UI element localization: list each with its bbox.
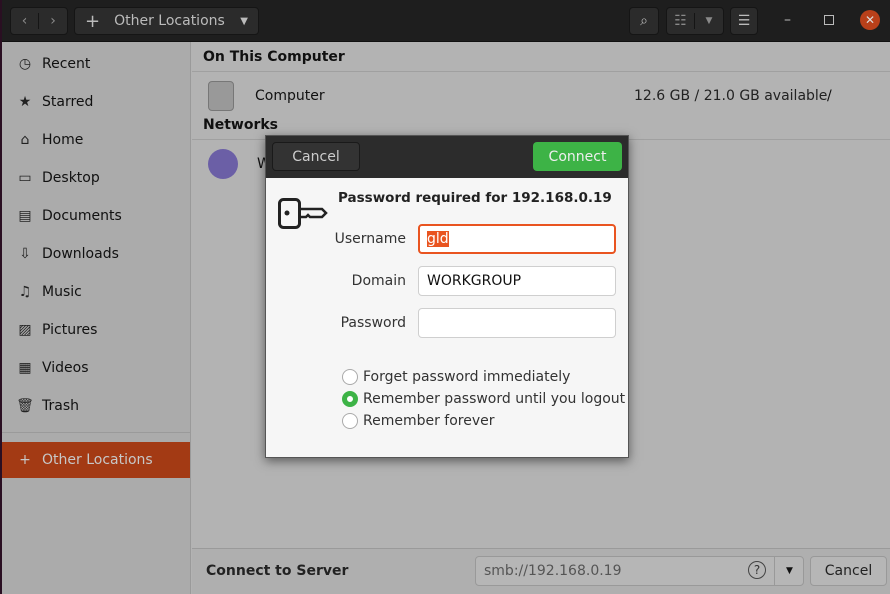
music-icon: ♫ bbox=[18, 284, 32, 300]
dialog-title: Password required for 192.168.0.19 bbox=[338, 190, 612, 206]
server-address-input[interactable]: smb://192.168.0.19 ? ▼ bbox=[475, 556, 804, 586]
history-dropdown[interactable]: ▼ bbox=[774, 557, 804, 585]
password-input[interactable] bbox=[418, 308, 616, 338]
list-view-icon[interactable]: ☷ bbox=[667, 13, 696, 29]
sidebar-item-pictures[interactable]: ▨ Pictures bbox=[2, 311, 190, 349]
chevron-down-icon[interactable]: ▼ bbox=[695, 16, 723, 26]
cancel-button[interactable]: Cancel bbox=[810, 556, 887, 586]
computer-name: Computer bbox=[255, 88, 325, 104]
sidebar-item-label: Music bbox=[42, 284, 82, 300]
view-toggle[interactable]: ☷ ▼ bbox=[666, 7, 724, 35]
radio-button[interactable] bbox=[342, 369, 358, 385]
search-button[interactable]: ⌕ bbox=[629, 7, 659, 35]
sidebar-item-recent[interactable]: ◷ Recent bbox=[2, 45, 190, 83]
sidebar-item-label: Other Locations bbox=[42, 452, 153, 468]
close-button[interactable]: ✕ bbox=[860, 10, 880, 30]
hamburger-icon: ☰ bbox=[737, 13, 751, 29]
sidebar: ◷ Recent ★ Starred ⌂ Home ▭ Desktop ▤ Documents ⇩ D… bbox=[2, 42, 191, 594]
document-icon: ▤ bbox=[18, 208, 32, 224]
sidebar-item-label: Pictures bbox=[42, 322, 98, 338]
computer-row[interactable]: Computer 12.6 GB / 21.0 GB available / bbox=[192, 72, 890, 120]
plus-icon: + bbox=[19, 452, 31, 468]
dialog-cancel-button[interactable]: Cancel bbox=[272, 142, 360, 171]
option-label: Remember password until you logout bbox=[363, 391, 626, 407]
picture-icon: ▨ bbox=[18, 322, 32, 338]
radio-button[interactable] bbox=[342, 391, 358, 407]
chevron-down-icon: ▼ bbox=[240, 15, 248, 27]
connect-to-server-bar: Connect to Server smb://192.168.0.19 ? ▼… bbox=[192, 548, 890, 594]
domain-label: Domain bbox=[351, 273, 406, 289]
sidebar-item-label: Home bbox=[42, 132, 84, 148]
home-icon: ⌂ bbox=[20, 132, 30, 148]
trash-icon: 🗑 bbox=[16, 398, 34, 414]
maximize-button[interactable] bbox=[824, 15, 834, 25]
sidebar-item-label: Downloads bbox=[42, 246, 119, 262]
password-dialog: Cancel Connect Password required for 192… bbox=[265, 135, 629, 458]
sidebar-item-other-locations[interactable]: + Other Locations bbox=[2, 442, 190, 478]
dialog-header: Cancel Connect bbox=[266, 136, 628, 178]
option-label: Forget password immediately bbox=[363, 369, 571, 385]
radio-button[interactable] bbox=[342, 413, 358, 429]
remember-option[interactable]: Forget password immediately bbox=[342, 369, 570, 385]
desktop-icon: ▭ bbox=[18, 170, 32, 186]
network-globe-icon bbox=[208, 149, 238, 179]
drive-icon bbox=[208, 81, 234, 111]
sidebar-item-desktop[interactable]: ▭ Desktop bbox=[2, 159, 190, 197]
disk-space: 12.6 GB / 21.0 GB available bbox=[634, 88, 828, 104]
username-input[interactable]: gld bbox=[418, 224, 616, 254]
video-icon: ▦ bbox=[18, 360, 32, 376]
domain-input[interactable]: WORKGROUP bbox=[418, 266, 616, 296]
sidebar-item-label: Trash bbox=[42, 398, 79, 414]
mount-point: / bbox=[827, 88, 832, 104]
connect-button[interactable]: Connect bbox=[533, 142, 622, 171]
search-icon: ⌕ bbox=[640, 13, 648, 29]
sidebar-item-videos[interactable]: ▦ Videos bbox=[2, 349, 190, 387]
connect-label: Connect to Server bbox=[206, 563, 349, 579]
username-label: Username bbox=[334, 231, 406, 247]
username-value: gld bbox=[427, 231, 449, 247]
download-icon: ⇩ bbox=[19, 246, 31, 262]
plus-icon: + bbox=[85, 10, 101, 32]
server-address-value: smb://192.168.0.19 bbox=[484, 563, 622, 579]
header-bar: ‹ › + Other Locations ▼ ⌕ ☷ ▼ ☰ – ✕ bbox=[2, 0, 890, 42]
clock-icon: ◷ bbox=[18, 56, 32, 72]
sidebar-item-starred[interactable]: ★ Starred bbox=[2, 83, 190, 121]
nav-buttons: ‹ › bbox=[10, 7, 68, 35]
sidebar-item-label: Recent bbox=[42, 56, 91, 72]
minimize-button[interactable]: – bbox=[784, 12, 791, 28]
sidebar-item-label: Documents bbox=[42, 208, 122, 224]
sidebar-item-label: Videos bbox=[42, 360, 89, 376]
location-button[interactable]: + Other Locations ▼ bbox=[74, 7, 259, 35]
remember-option[interactable]: Remember forever bbox=[342, 413, 495, 429]
sidebar-item-downloads[interactable]: ⇩ Downloads bbox=[2, 235, 190, 273]
password-label: Password bbox=[340, 315, 406, 331]
remember-option[interactable]: Remember password until you logout bbox=[342, 391, 625, 407]
key-icon bbox=[278, 198, 328, 229]
back-button[interactable]: ‹ bbox=[11, 13, 40, 29]
sidebar-item-label: Starred bbox=[42, 94, 94, 110]
menu-button[interactable]: ☰ bbox=[730, 7, 758, 35]
location-label: Other Locations bbox=[114, 13, 225, 29]
sidebar-item-home[interactable]: ⌂ Home bbox=[2, 121, 190, 159]
sidebar-item-trash[interactable]: 🗑 Trash bbox=[2, 387, 190, 425]
section-heading: On This Computer bbox=[192, 42, 890, 72]
help-icon[interactable]: ? bbox=[748, 561, 766, 579]
sidebar-item-music[interactable]: ♫ Music bbox=[2, 273, 190, 311]
sidebar-item-label: Desktop bbox=[42, 170, 100, 186]
sidebar-item-documents[interactable]: ▤ Documents bbox=[2, 197, 190, 235]
star-icon: ★ bbox=[18, 94, 32, 110]
option-label: Remember forever bbox=[363, 413, 495, 429]
forward-button[interactable]: › bbox=[39, 13, 67, 29]
